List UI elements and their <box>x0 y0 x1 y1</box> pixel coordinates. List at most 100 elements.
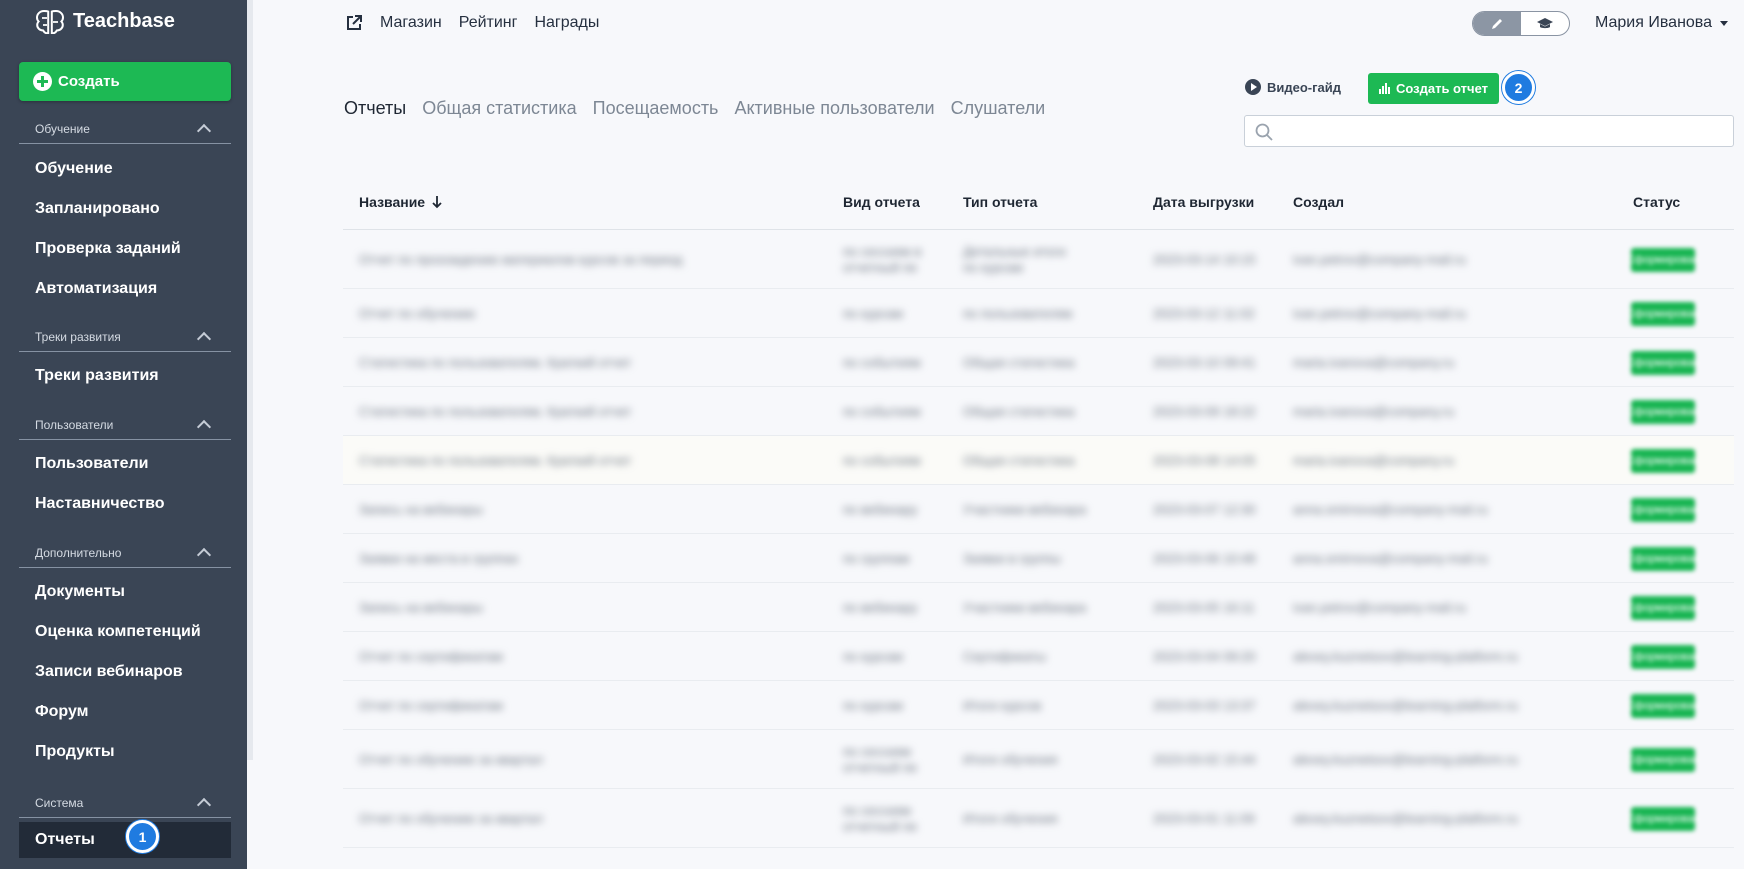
cell-author: maria.ivanova@company.ru <box>1293 355 1455 370</box>
user-name: Мария Иванова <box>1595 14 1713 31</box>
column-header-type[interactable]: Тип отчета <box>963 194 1037 210</box>
cell-date: 2023-03-06 10:48 <box>1153 551 1256 566</box>
arrow-down-icon <box>432 196 442 209</box>
cell-author: alexey.kuznetsov@learning-platform.ru <box>1293 752 1518 767</box>
cell-name: Отчет по прохождению материалов курсов з… <box>359 252 683 267</box>
sidebar-item-products[interactable]: Продукты <box>19 734 231 770</box>
sidebar-item-reports[interactable]: Отчеты <box>19 822 231 858</box>
cell-kind: по сессиям <box>843 803 911 818</box>
section-header-users[interactable]: Пользователи <box>19 418 231 440</box>
section-title: Пользователи <box>35 418 114 432</box>
logo[interactable]: Teachbase <box>35 8 175 34</box>
section-header-system[interactable]: Система <box>19 796 231 818</box>
cell-type: Участники вебинара <box>963 502 1087 517</box>
topnav-shop-link[interactable]: Магазин <box>380 14 442 32</box>
sidebar-scrollbar[interactable] <box>247 0 253 760</box>
table-row[interactable]: Отчет по обучению по курсам по пользовател… <box>343 289 1734 338</box>
create-button[interactable]: Создать <box>19 62 231 101</box>
status-badge: Сформирован <box>1626 302 1700 326</box>
sidebar-item-label: Продукты <box>35 743 115 760</box>
sidebar-item-label: Документы <box>35 583 125 600</box>
cell-kind: по событиям <box>843 404 921 419</box>
table-row[interactable]: Статистика по пользователям. Краткий отч… <box>343 436 1734 485</box>
section-header-learning[interactable]: Обучение <box>19 122 231 144</box>
column-header-status[interactable]: Статус <box>1633 194 1680 210</box>
cell-date: 2023-03-07 12:30 <box>1153 502 1256 517</box>
cell-author: maria.ivanova@company.ru <box>1293 453 1455 468</box>
cell-type: Общая статистика <box>963 453 1075 468</box>
chevron-up-icon <box>196 419 212 435</box>
section-header-additional[interactable]: Дополнительно <box>19 546 231 568</box>
edit-mode-button[interactable] <box>1473 12 1521 35</box>
table-row[interactable]: Отчет по обучению за квартал по сессиям от… <box>343 789 1734 848</box>
sidebar-item-forum[interactable]: Форум <box>19 694 231 730</box>
table-row[interactable]: Заявки на места в группах по группам Заявк… <box>343 534 1734 583</box>
sidebar-item-users[interactable]: Пользователи <box>19 446 231 482</box>
tab-reports[interactable]: Отчеты <box>344 98 406 119</box>
external-link-icon[interactable] <box>345 14 363 32</box>
cell-author: ivan.petrov@company-mail.ru <box>1293 252 1466 267</box>
cell-name: Статистика по пользователям. Краткий отч… <box>359 355 632 370</box>
column-header-name[interactable]: Название <box>359 194 442 210</box>
video-guide-link[interactable]: Видео-гайд <box>1245 79 1341 95</box>
tab-listeners[interactable]: Слушатели <box>951 98 1046 119</box>
sidebar-item-mentoring[interactable]: Наставничество <box>19 486 231 522</box>
tab-general-stats[interactable]: Общая статистика <box>422 98 576 119</box>
sidebar-item-label: Запланировано <box>35 200 160 217</box>
sidebar-item-label: Форум <box>35 703 89 720</box>
user-menu[interactable]: Мария Иванова <box>1595 14 1729 32</box>
learn-mode-button[interactable] <box>1521 12 1569 35</box>
cell-type: Заявки в группы <box>963 551 1061 566</box>
cell-kind: отчетный пе <box>843 260 918 275</box>
search-icon <box>1255 123 1273 141</box>
mode-toggle[interactable] <box>1472 11 1570 36</box>
cell-author: alexey.kuznetsov@learning-platform.ru <box>1293 811 1518 826</box>
cell-kind: по группам <box>843 551 910 566</box>
column-header-date[interactable]: Дата выгрузки <box>1153 194 1254 210</box>
topnav-awards-link[interactable]: Награды <box>534 14 599 32</box>
sidebar-item-scheduled[interactable]: Запланировано <box>19 191 231 227</box>
column-header-label: Название <box>359 194 426 210</box>
search-field[interactable] <box>1244 115 1734 147</box>
status-badge: Сформирован <box>1626 694 1700 718</box>
status-badge: Сформирован <box>1626 400 1700 424</box>
table-row[interactable]: Отчет по прохождению материалов курсов з… <box>343 230 1734 289</box>
column-header-author[interactable]: Создал <box>1293 194 1344 210</box>
sidebar-item-label: Оценка компетенций <box>35 623 201 640</box>
tab-attendance[interactable]: Посещаемость <box>593 98 719 119</box>
table-row[interactable]: Запись на вебинары по вебинару Участники в… <box>343 583 1734 632</box>
cell-type: Общая статистика <box>963 355 1075 370</box>
section-header-tracks[interactable]: Треки развития <box>19 330 231 352</box>
cell-date: 2023-03-08 14:05 <box>1153 453 1256 468</box>
topnav-rating-link[interactable]: Рейтинг <box>459 14 518 32</box>
annotation-badge-2: 2 <box>1502 71 1535 104</box>
column-header-kind[interactable]: Вид отчета <box>843 194 920 210</box>
cell-kind: по сессиям в <box>843 244 922 259</box>
create-report-button[interactable]: Создать отчет <box>1368 73 1499 104</box>
table-row[interactable]: Статистика по пользователям. Краткий отч… <box>343 387 1734 436</box>
tab-active-users[interactable]: Активные пользователи <box>734 98 934 119</box>
sidebar: Teachbase Создать Обучение Обучение Запл… <box>0 0 247 869</box>
sidebar-item-documents[interactable]: Документы <box>19 574 231 610</box>
sidebar-item-webinar-records[interactable]: Записи вебинаров <box>19 654 231 690</box>
table-row[interactable]: Запись на вебинары по вебинару Участники в… <box>343 485 1734 534</box>
pencil-icon <box>1492 18 1502 29</box>
sidebar-item-label: Пользователи <box>35 455 149 472</box>
chevron-up-icon <box>196 123 212 139</box>
search-input[interactable] <box>1281 119 1721 143</box>
table-row[interactable]: Отчет по обучению за квартал по сессиям от… <box>343 730 1734 789</box>
cell-date: 2023-03-09 18:22 <box>1153 404 1256 419</box>
sidebar-item-automation[interactable]: Автоматизация <box>19 271 231 307</box>
plus-icon <box>33 72 52 91</box>
cell-type: Сертификаты <box>963 649 1046 664</box>
sidebar-item-tracks[interactable]: Треки развития <box>19 358 231 394</box>
table-row[interactable]: Отчет по сертификатам по курсам Сертификат… <box>343 632 1734 681</box>
sidebar-item-learning[interactable]: Обучение <box>19 151 231 187</box>
sidebar-item-label: Автоматизация <box>35 280 158 297</box>
sidebar-item-assignment-review[interactable]: Проверка заданий <box>19 231 231 267</box>
table-row[interactable]: Отчет по сертификатам по курсам Итоги курс… <box>343 681 1734 730</box>
table-row[interactable]: Статистика по пользователям. Краткий отч… <box>343 338 1734 387</box>
cell-date: 2023-03-14 10:15 <box>1153 252 1256 267</box>
cell-author: ivan.petrov@company-mail.ru <box>1293 306 1466 321</box>
sidebar-item-competency-assessment[interactable]: Оценка компетенций <box>19 614 231 650</box>
